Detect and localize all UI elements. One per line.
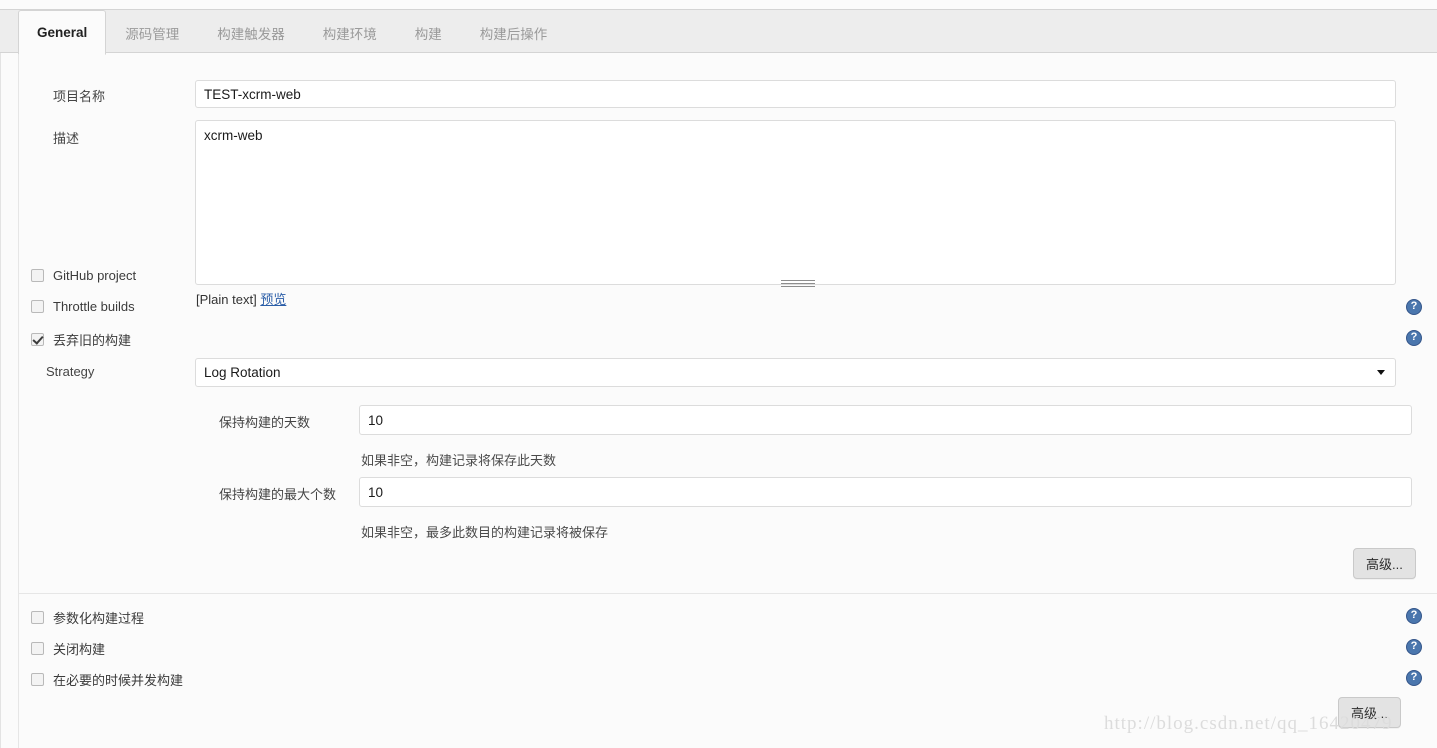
- tab-general-label: General: [37, 25, 88, 40]
- jenkins-job-config-page: General 源码管理 构建触发器 构建环境 构建 构建后操作 项目名称 TE…: [0, 0, 1437, 748]
- discard-advanced-button[interactable]: 高级...: [1353, 548, 1416, 579]
- checkbox-row-disable-build[interactable]: 关闭构建: [31, 639, 105, 658]
- strategy-select[interactable]: Log Rotation: [195, 358, 1396, 387]
- tab-source-code-management[interactable]: 源码管理: [106, 10, 198, 54]
- section-divider: [19, 593, 1437, 594]
- project-name-input[interactable]: [195, 80, 1396, 108]
- config-form-panel: 项目名称 描述 [Plain text] 预览 GitHub project T…: [0, 53, 1437, 748]
- tab-source-code-management-label: 源码管理: [125, 26, 180, 42]
- description-textarea[interactable]: [195, 120, 1396, 285]
- tab-post-build-actions-label: 构建后操作: [479, 26, 548, 42]
- config-tabbar: General 源码管理 构建触发器 构建环境 构建 构建后操作: [0, 9, 1437, 55]
- tab-build[interactable]: 构建: [396, 10, 461, 54]
- tab-build-triggers-label: 构建触发器: [217, 26, 285, 42]
- watermark-text: http://blog.csdn.net/qq_16420479: [1104, 713, 1393, 734]
- github-project-label[interactable]: GitHub project: [53, 268, 136, 283]
- parameterized-build-help-icon[interactable]: [1406, 608, 1422, 624]
- throttle-builds-help-icon[interactable]: [1406, 299, 1422, 315]
- github-project-checkbox[interactable]: [31, 269, 44, 282]
- markup-type-label: [Plain text]: [196, 292, 257, 307]
- tab-general[interactable]: General: [18, 10, 107, 55]
- disable-build-label[interactable]: 关闭构建: [53, 639, 105, 658]
- strategy-label: Strategy: [46, 364, 95, 379]
- description-label: 描述: [53, 131, 80, 146]
- description-preview-link[interactable]: 预览: [260, 292, 286, 307]
- discard-old-builds-help-icon[interactable]: [1406, 330, 1422, 346]
- checkbox-row-parameterized-build[interactable]: 参数化构建过程: [31, 608, 144, 627]
- discard-old-builds-checkbox[interactable]: [31, 333, 44, 346]
- throttle-builds-label[interactable]: Throttle builds: [53, 299, 135, 314]
- tab-build-label: 构建: [414, 26, 442, 42]
- strategy-selected-value: Log Rotation: [204, 365, 281, 380]
- num-to-keep-input[interactable]: [359, 477, 1412, 507]
- parameterized-build-checkbox[interactable]: [31, 611, 44, 624]
- disable-build-checkbox[interactable]: [31, 642, 44, 655]
- num-to-keep-label: 保持构建的最大个数: [219, 487, 337, 502]
- project-name-label: 项目名称: [53, 89, 106, 104]
- config-tablist: General 源码管理 构建触发器 构建环境 构建 构建后操作: [0, 10, 567, 55]
- checkbox-row-concurrent-builds[interactable]: 在必要的时候并发构建: [31, 670, 183, 689]
- concurrent-builds-help-icon[interactable]: [1406, 670, 1422, 686]
- form-left-rail: [18, 53, 19, 748]
- num-to-keep-hint: 如果非空，最多此数目的构建记录将被保存: [361, 525, 609, 540]
- concurrent-builds-label[interactable]: 在必要的时候并发构建: [53, 670, 183, 689]
- days-to-keep-hint: 如果非空，构建记录将保存此天数: [361, 453, 557, 468]
- days-to-keep-input[interactable]: [359, 405, 1412, 435]
- concurrent-builds-checkbox[interactable]: [31, 673, 44, 686]
- tab-build-environment-label: 构建环境: [322, 26, 377, 42]
- checkbox-row-discard-old-builds[interactable]: 丢弃旧的构建: [31, 330, 131, 349]
- checkbox-row-throttle-builds[interactable]: Throttle builds: [31, 299, 135, 314]
- chevron-down-icon: [1377, 370, 1385, 375]
- parameterized-build-label[interactable]: 参数化构建过程: [53, 608, 144, 627]
- discard-old-builds-label[interactable]: 丢弃旧的构建: [53, 330, 131, 349]
- tab-post-build-actions[interactable]: 构建后操作: [461, 10, 567, 54]
- tab-build-triggers[interactable]: 构建触发器: [198, 10, 304, 54]
- checkbox-row-github-project[interactable]: GitHub project: [31, 268, 136, 283]
- disable-build-help-icon[interactable]: [1406, 639, 1422, 655]
- throttle-builds-checkbox[interactable]: [31, 300, 44, 313]
- tab-build-environment[interactable]: 构建环境: [304, 10, 396, 54]
- days-to-keep-label: 保持构建的天数: [219, 415, 311, 430]
- description-markup-note: [Plain text] 预览: [196, 289, 286, 308]
